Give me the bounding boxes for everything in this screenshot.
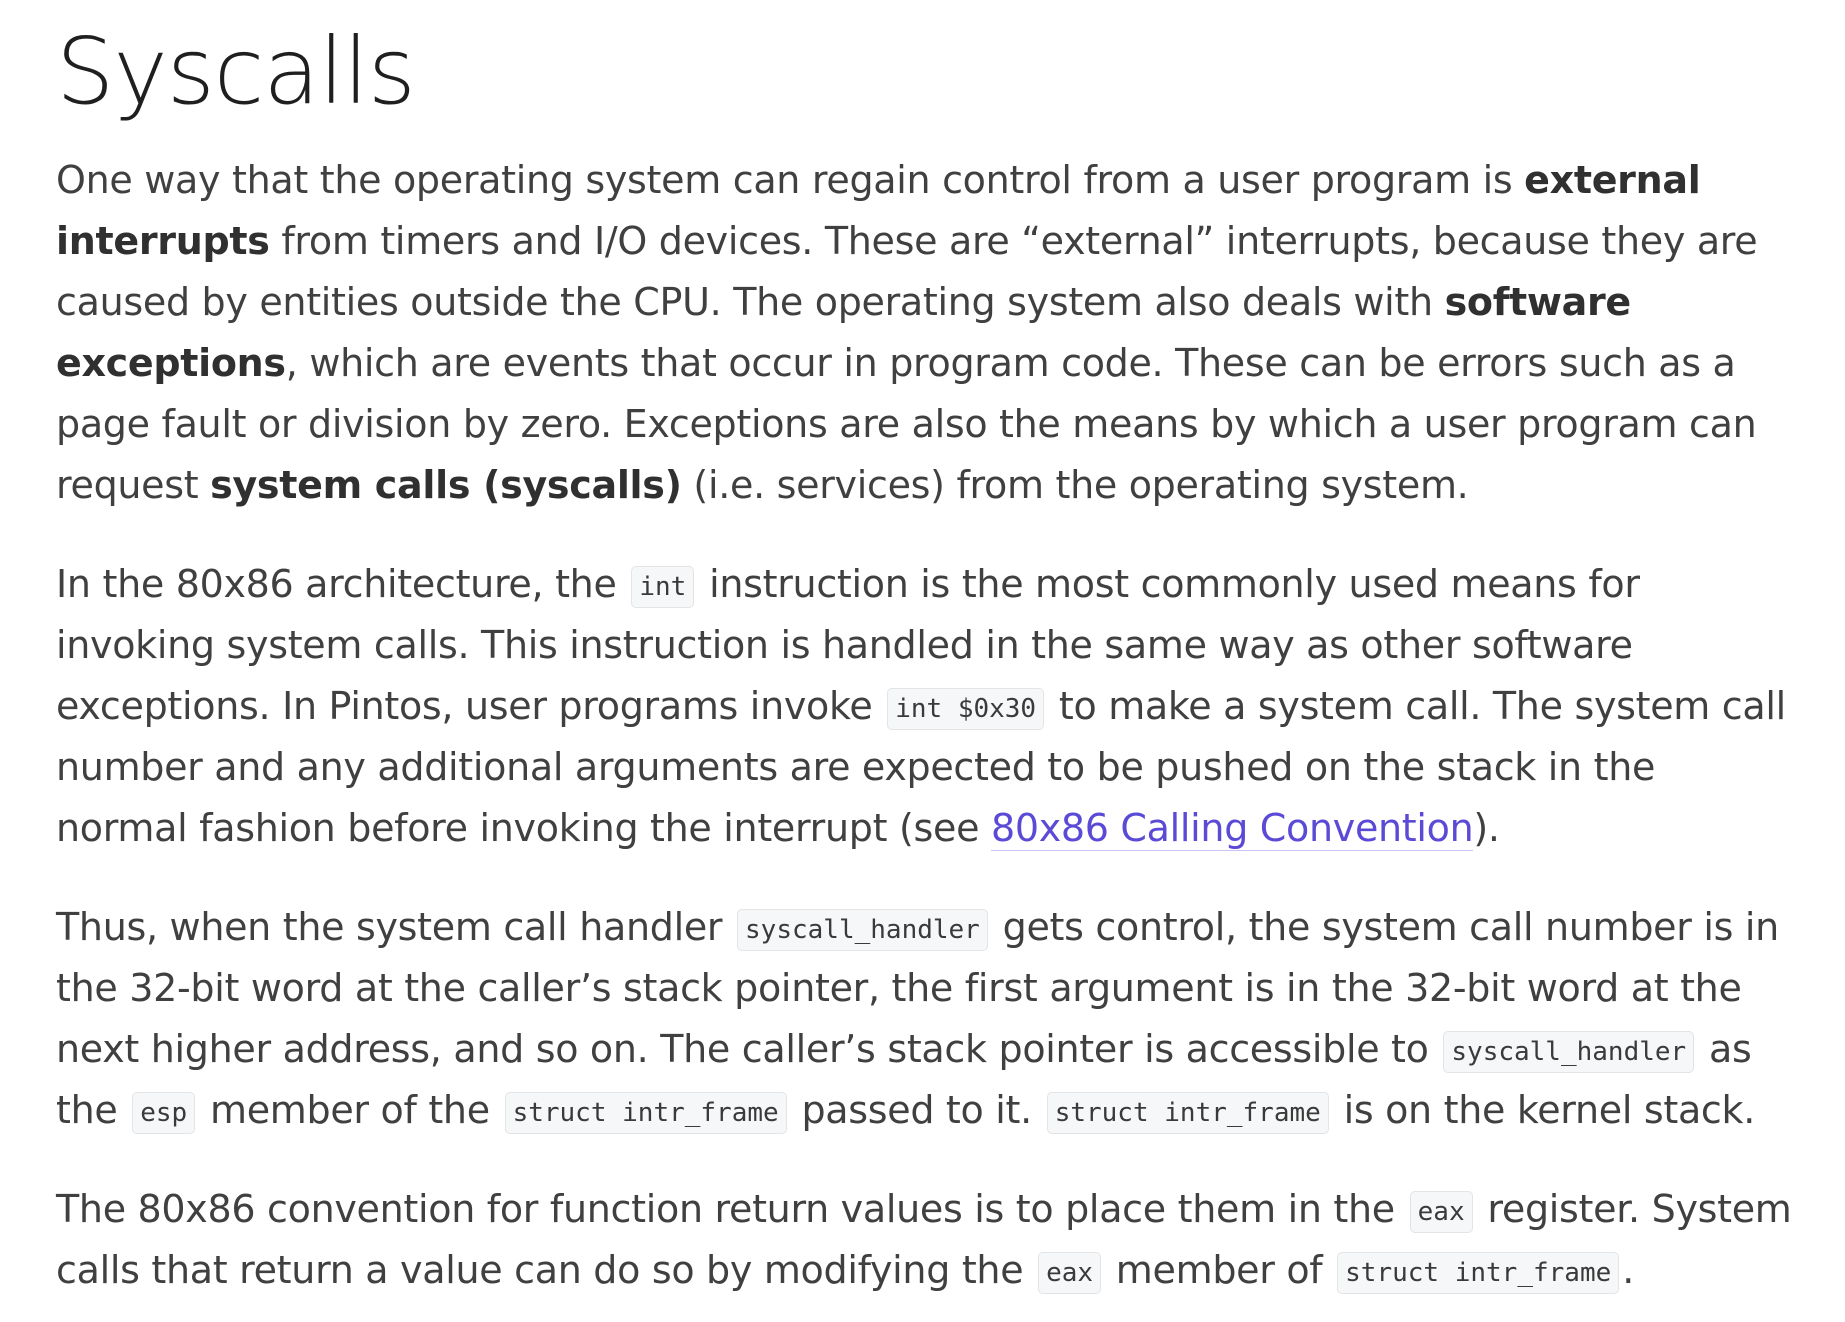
paragraph-syscall-handler: Thus, when the system call handler sysca… — [56, 897, 1797, 1141]
inline-code-esp: esp — [132, 1092, 196, 1134]
text: . — [1622, 1248, 1635, 1292]
text: is on the kernel stack. — [1331, 1088, 1756, 1132]
inline-code-int: int — [631, 566, 695, 608]
text: passed to it. — [789, 1088, 1044, 1132]
inline-code-int-0x30: int $0x30 — [887, 688, 1045, 730]
document-page: Syscalls One way that the operating syst… — [0, 0, 1845, 1322]
inline-code-struct-intr-frame: struct intr_frame — [1337, 1252, 1620, 1294]
text: ). — [1473, 806, 1500, 850]
inline-code-eax: eax — [1409, 1191, 1473, 1233]
text: member of the — [198, 1088, 502, 1132]
paragraph-return-values: The 80x86 convention for function return… — [56, 1179, 1797, 1301]
text: Thus, when the system call handler — [56, 905, 735, 949]
text: In the 80x86 architecture, the — [56, 562, 629, 606]
inline-code-struct-intr-frame: struct intr_frame — [504, 1092, 787, 1134]
page-title: Syscalls — [56, 18, 416, 125]
text: The 80x86 convention for function return… — [56, 1187, 1407, 1231]
inline-code-eax: eax — [1038, 1252, 1102, 1294]
text: (i.e. services) from the operating syste… — [681, 463, 1469, 507]
inline-code-struct-intr-frame: struct intr_frame — [1046, 1092, 1329, 1134]
inline-code-syscall-handler: syscall_handler — [737, 909, 988, 951]
inline-code-syscall-handler: syscall_handler — [1443, 1031, 1695, 1073]
text: member of — [1104, 1248, 1335, 1292]
paragraph-interrupts: One way that the operating system can re… — [56, 150, 1797, 516]
bold-term-system-calls: system calls (syscalls) — [210, 463, 682, 507]
text: One way that the operating system can re… — [56, 158, 1525, 202]
calling-convention-link[interactable]: 80x86 Calling Convention — [990, 806, 1474, 851]
paragraph-int-instruction: In the 80x86 architecture, the int instr… — [56, 554, 1797, 859]
